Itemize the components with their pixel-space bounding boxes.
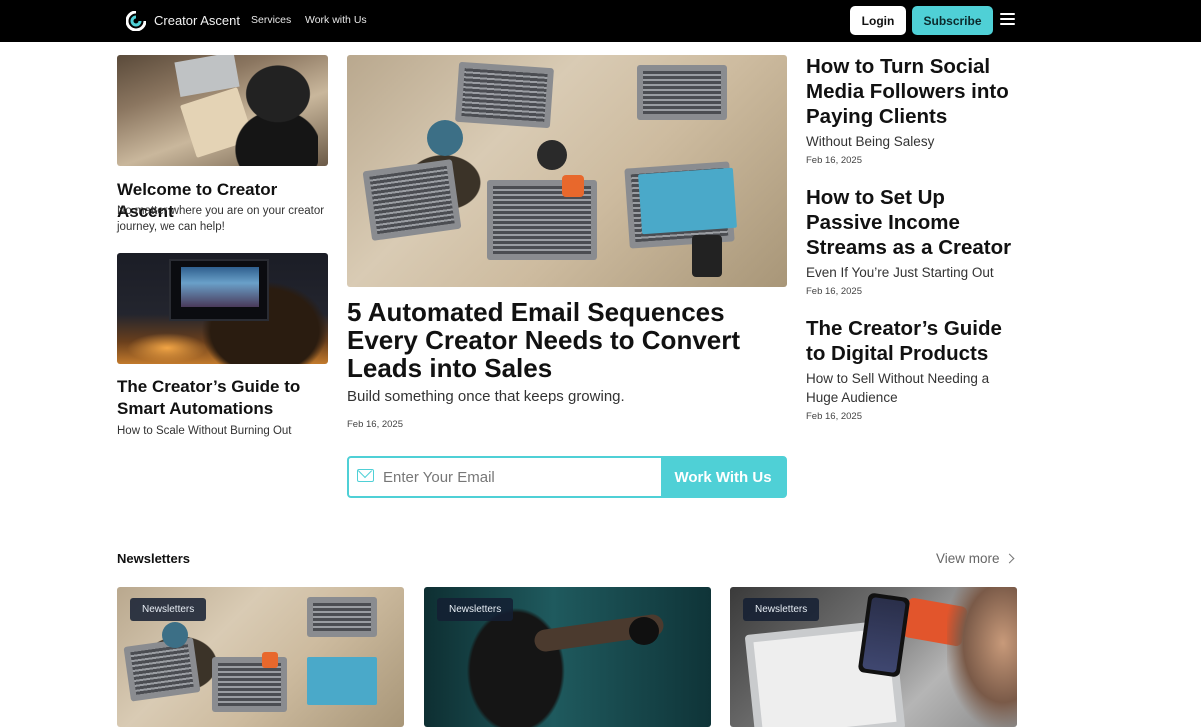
side-post-2-date: Feb 16, 2025 [806,286,862,297]
side-post-3-subtitle: How to Sell Without Needing a Huge Audie… [806,371,990,405]
subscribe-button[interactable]: Subscribe [912,6,993,35]
newsletter-card-1[interactable]: Newsletters [117,587,404,727]
view-more-link[interactable]: View more [936,551,1000,566]
mail-icon [357,469,374,482]
work-with-us-button[interactable]: Work With Us [661,458,785,496]
newsletter-card-3[interactable]: Newsletters [730,587,1017,727]
automations-image[interactable] [117,253,328,364]
hero-title[interactable]: 5 Automated Email Sequences Every Creato… [347,298,787,382]
newsletter-card-2[interactable]: Newsletters [424,587,711,727]
side-post-2-title[interactable]: How to Set Up Passive Income Streams as … [806,185,1021,260]
automations-title[interactable]: The Creator’s Guide to Smart Automations [117,376,317,420]
side-post-1-subtitle: Without Being Salesy [806,134,935,149]
brand-name[interactable]: Creator Ascent [154,13,240,28]
login-button[interactable]: Login [850,6,906,35]
newsletter-tag: Newsletters [437,598,514,621]
email-input[interactable] [383,458,663,496]
side-post-3-date: Feb 16, 2025 [806,411,862,422]
newsletters-heading: Newsletters [117,551,190,566]
automations-subtitle: How to Scale Without Burning Out [117,425,292,437]
welcome-image[interactable] [117,55,328,166]
side-post-1-title[interactable]: How to Turn Social Media Followers into … [806,54,1021,129]
creator-ascent-logo-icon[interactable] [126,11,146,31]
hero-image[interactable] [347,55,787,287]
side-post-1-date: Feb 16, 2025 [806,155,862,166]
chevron-right-icon[interactable] [1004,553,1015,564]
hero-subtitle: Build something once that keeps growing. [347,388,625,405]
email-signup-form: Work With Us [347,456,787,498]
side-post-3-title[interactable]: The Creator’s Guide to Digital Products [806,316,1021,366]
hamburger-menu-icon[interactable] [1000,13,1015,26]
nav-link-work-with-us[interactable]: Work with Us [305,14,367,26]
top-nav: Creator Ascent Services Work with Us Log… [0,0,1201,42]
nav-link-services[interactable]: Services [251,14,291,26]
hero-date: Feb 16, 2025 [347,419,403,430]
welcome-subtitle: No matter where you are on your creator … [117,205,325,233]
side-post-2-subtitle: Even If You’re Just Starting Out [806,265,994,280]
newsletter-tag: Newsletters [130,598,207,621]
newsletter-tag: Newsletters [743,598,820,621]
